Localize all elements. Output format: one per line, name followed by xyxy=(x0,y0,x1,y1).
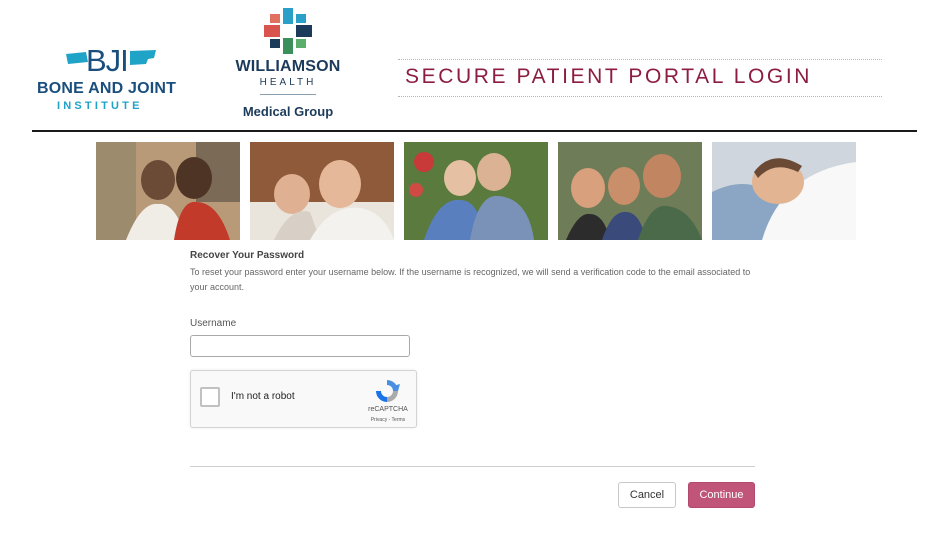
photo-elderly-couple xyxy=(404,142,548,240)
recaptcha-widget: I'm not a robot reCAPTCHA Privacy - Term… xyxy=(190,370,417,428)
cross-mark-icon xyxy=(264,8,312,54)
recaptcha-checkbox[interactable] xyxy=(200,387,220,407)
form-title: Recover Your Password xyxy=(190,250,305,261)
williamson-health-text: HEALTH xyxy=(259,77,317,88)
medical-group-text: Medical Group xyxy=(242,104,334,119)
recaptcha-label: I'm not a robot xyxy=(231,391,295,402)
tennessee-state-icon: BJI xyxy=(66,44,156,74)
cancel-button[interactable]: Cancel xyxy=(618,482,676,508)
portal-title-banner: SECURE PATIENT PORTAL LOGIN xyxy=(398,59,882,97)
form-description: To reset your password enter your userna… xyxy=(190,267,751,292)
williamson-health-logo: WILLIAMSON HEALTH Medical Group xyxy=(222,8,354,122)
photo-man-sleeping xyxy=(712,142,856,240)
recaptcha-privacy-terms-link[interactable]: Privacy - Terms xyxy=(361,417,415,423)
username-input[interactable] xyxy=(190,335,410,357)
page-title: SECURE PATIENT PORTAL LOGIN xyxy=(405,65,813,88)
photo-couple-smiling xyxy=(96,142,240,240)
form-divider xyxy=(190,466,755,467)
bji-logo: BJI BONE AND JOINT INSTITUTE xyxy=(36,44,186,114)
bji-mark-text: BJI xyxy=(86,44,128,74)
bji-institute: INSTITUTE xyxy=(57,100,143,112)
photo-strip xyxy=(96,142,856,240)
photo-couple-relaxing xyxy=(250,142,394,240)
bji-name: BONE AND JOINT xyxy=(37,80,177,97)
recaptcha-brand: reCAPTCHA xyxy=(368,406,408,413)
williamson-name: WILLIAMSON xyxy=(235,58,341,75)
photo-family xyxy=(558,142,702,240)
header: BJI BONE AND JOINT INSTITUTE WILLIAMSON … xyxy=(0,0,932,132)
logo-divider xyxy=(260,94,316,95)
continue-button[interactable]: Continue xyxy=(688,482,755,508)
header-divider xyxy=(32,130,917,132)
recaptcha-icon xyxy=(376,380,400,402)
username-label: Username xyxy=(190,318,237,329)
